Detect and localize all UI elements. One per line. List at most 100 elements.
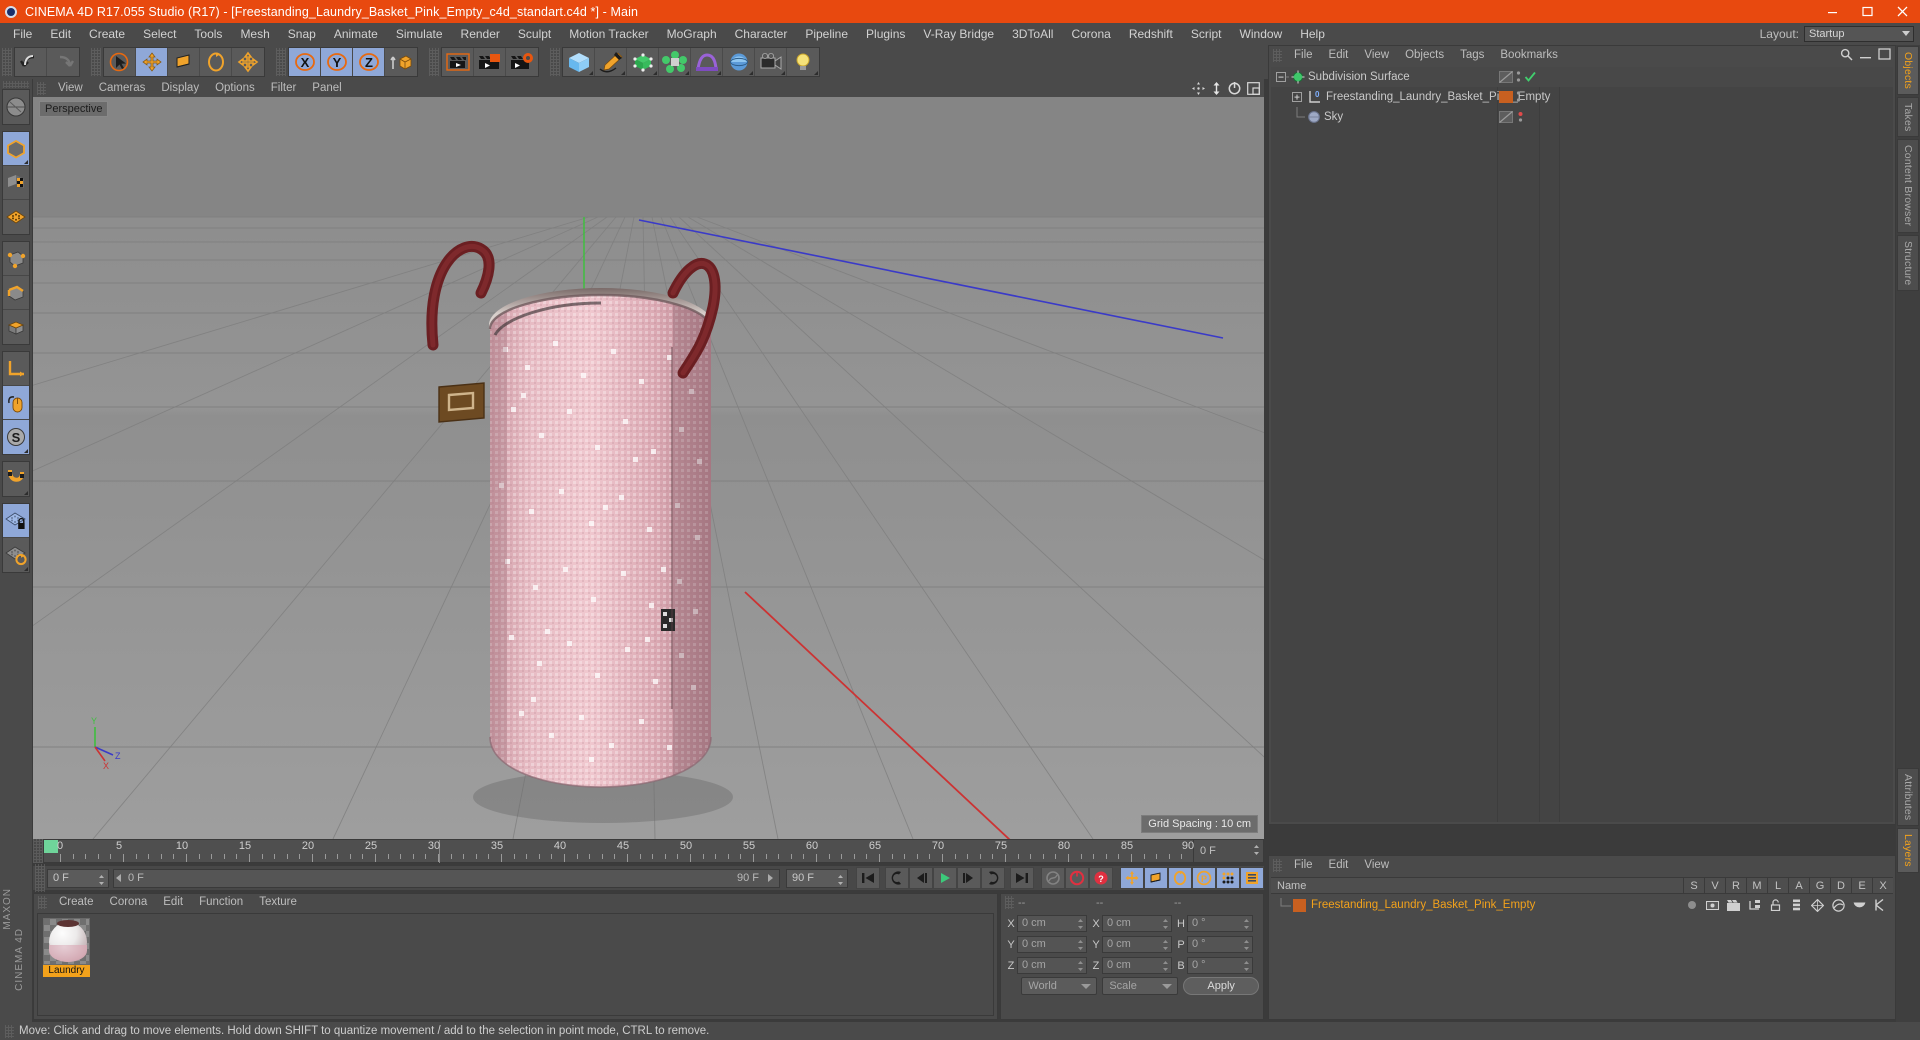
pan-viewport-icon[interactable] <box>1192 81 1205 95</box>
spinner-icon[interactable] <box>1253 844 1260 856</box>
object-menu-bookmarks[interactable]: Bookmarks <box>1492 46 1566 65</box>
workplane-lock-icon[interactable] <box>3 504 29 538</box>
autokeying-icon[interactable] <box>1065 867 1089 889</box>
previous-key-icon[interactable] <box>885 867 909 889</box>
next-key-icon[interactable] <box>981 867 1005 889</box>
transport-grip[interactable] <box>35 864 45 892</box>
menu-edit[interactable]: Edit <box>41 23 80 45</box>
object-row-laundry-basket[interactable]: 0 Freestanding_Laundry_Basket_Pink_Empty <box>1271 87 1893 107</box>
polygons-mode-icon[interactable] <box>3 310 29 344</box>
menu-mograph[interactable]: MoGraph <box>658 23 726 45</box>
tab-layers[interactable]: Layers <box>1897 828 1919 874</box>
menu-character[interactable]: Character <box>726 23 797 45</box>
current-frame-input[interactable]: 0 F <box>47 868 109 888</box>
make-editable-icon[interactable] <box>3 90 29 124</box>
timeline-view-icon[interactable] <box>1240 867 1264 889</box>
preview-range-slider[interactable]: 0 F 90 F <box>113 868 780 888</box>
layer-menu-file[interactable]: File <box>1286 856 1321 875</box>
range-right-arrow-icon[interactable] <box>763 871 777 885</box>
menu-sculpt[interactable]: Sculpt <box>509 23 560 45</box>
tab-content-browser[interactable]: Content Browser <box>1897 139 1919 233</box>
axis-x-icon[interactable]: X <box>289 48 321 76</box>
material-item-laundry[interactable]: Laundry <box>43 918 90 977</box>
spinner-icon-2[interactable] <box>98 874 105 886</box>
menu-tools[interactable]: Tools <box>185 23 231 45</box>
layer-col-m[interactable]: M <box>1746 877 1767 894</box>
layer-manager-grip[interactable] <box>1273 859 1282 872</box>
close-panel-icon[interactable] <box>1878 48 1891 61</box>
material-list[interactable]: Laundry <box>37 913 994 1016</box>
object-menu-tags[interactable]: Tags <box>1452 46 1492 65</box>
menu-corona[interactable]: Corona <box>1062 23 1119 45</box>
maximize-viewport-icon[interactable] <box>1247 81 1260 95</box>
coord-input-position-y[interactable]: 0 cm <box>1017 936 1087 953</box>
key-pla-icon[interactable] <box>1216 867 1240 889</box>
layer-col-v[interactable]: V <box>1704 877 1725 894</box>
menu-help[interactable]: Help <box>1291 23 1334 45</box>
viewport-menu-options[interactable]: Options <box>207 79 263 97</box>
workplane-mode-icon[interactable] <box>3 200 29 234</box>
coord-input-size-z[interactable]: 0 cm <box>1102 957 1172 974</box>
layer-color-swatch[interactable] <box>1293 898 1306 912</box>
spinner-icon-sx[interactable] <box>1162 918 1169 930</box>
material-menu-texture[interactable]: Texture <box>251 894 305 911</box>
viewport-menu-view[interactable]: View <box>50 79 91 97</box>
record-active-objects-icon[interactable] <box>1041 867 1065 889</box>
spinner-icon-sz[interactable] <box>1162 960 1169 972</box>
collapse-expander-icon[interactable] <box>1275 67 1289 87</box>
layer-col-s[interactable]: S <box>1683 877 1704 894</box>
move-axis-icon[interactable] <box>232 48 264 76</box>
render-settings-icon[interactable] <box>506 48 538 76</box>
keying-help-icon[interactable]: ? <box>1089 867 1113 889</box>
render-view-icon[interactable] <box>442 48 474 76</box>
scale-tool-icon[interactable] <box>168 48 200 76</box>
menu-select[interactable]: Select <box>134 23 185 45</box>
end-frame-input[interactable]: 90 F <box>786 868 848 888</box>
viewport-menu-grip[interactable] <box>37 81 46 95</box>
edges-mode-icon[interactable] <box>3 276 29 310</box>
menu-redshift[interactable]: Redshift <box>1120 23 1182 45</box>
toolbar-grip-3[interactable] <box>276 48 286 76</box>
toolbar-grip-4[interactable] <box>429 48 439 76</box>
coord-input-size-x[interactable]: 0 cm <box>1102 915 1172 932</box>
coord-input-position-x[interactable]: 0 cm <box>1017 915 1087 932</box>
toolbar-grip-5[interactable] <box>550 48 560 76</box>
timeline-grip[interactable] <box>33 839 43 863</box>
material-tag-swatch[interactable] <box>1499 91 1513 103</box>
coordinate-mode-dropdown[interactable]: Scale <box>1102 977 1179 995</box>
layer-row[interactable]: Freestanding_Laundry_Basket_Pink_Empty <box>1271 895 1893 915</box>
generator-icon[interactable] <box>1807 898 1828 912</box>
object-tag-placeholder-icon[interactable] <box>1499 71 1513 83</box>
coordinate-system-dropdown[interactable]: World <box>1021 977 1098 995</box>
menu-motion-tracker[interactable]: Motion Tracker <box>560 23 657 45</box>
coord-input-rotation-h[interactable]: 0 ° <box>1187 915 1253 932</box>
spinner-icon-sy[interactable] <box>1162 939 1169 951</box>
minimize-panel-icon[interactable] <box>1859 48 1872 61</box>
xref-icon[interactable] <box>1870 899 1891 911</box>
layer-col-g[interactable]: G <box>1809 877 1830 894</box>
dolly-viewport-icon[interactable] <box>1211 81 1222 95</box>
menu-animate[interactable]: Animate <box>325 23 387 45</box>
generator-nurbs-icon[interactable] <box>627 48 659 76</box>
goto-start-icon[interactable] <box>856 867 880 889</box>
timeline-current-marker[interactable] <box>44 840 58 853</box>
material-menu-corona[interactable]: Corona <box>102 894 156 911</box>
play-icon[interactable] <box>933 867 957 889</box>
spline-pen-icon[interactable] <box>595 48 627 76</box>
spinner-icon-3[interactable] <box>837 874 844 886</box>
display-icon[interactable] <box>1702 900 1723 911</box>
timeline-track[interactable]: 0 5 10 15 20 25 30 35 40 45 50 55 60 65 … <box>43 839 1195 863</box>
spinner-icon-h[interactable] <box>1243 918 1250 930</box>
viewport-menu-panel[interactable]: Panel <box>304 79 349 97</box>
material-menu-function[interactable]: Function <box>191 894 251 911</box>
search-icon[interactable] <box>1840 48 1853 61</box>
coord-input-rotation-b[interactable]: 0 ° <box>1187 957 1253 974</box>
coord-input-position-z[interactable]: 0 cm <box>1017 957 1087 974</box>
toolbar-grip-2[interactable] <box>91 48 101 76</box>
redo-icon[interactable] <box>47 48 79 76</box>
layer-col-d[interactable]: D <box>1830 877 1851 894</box>
workplane-rotate-icon[interactable] <box>3 538 29 572</box>
tab-takes[interactable]: Takes <box>1897 97 1919 138</box>
material-menu-edit[interactable]: Edit <box>155 894 191 911</box>
viewport-menu-cameras[interactable]: Cameras <box>91 79 154 97</box>
